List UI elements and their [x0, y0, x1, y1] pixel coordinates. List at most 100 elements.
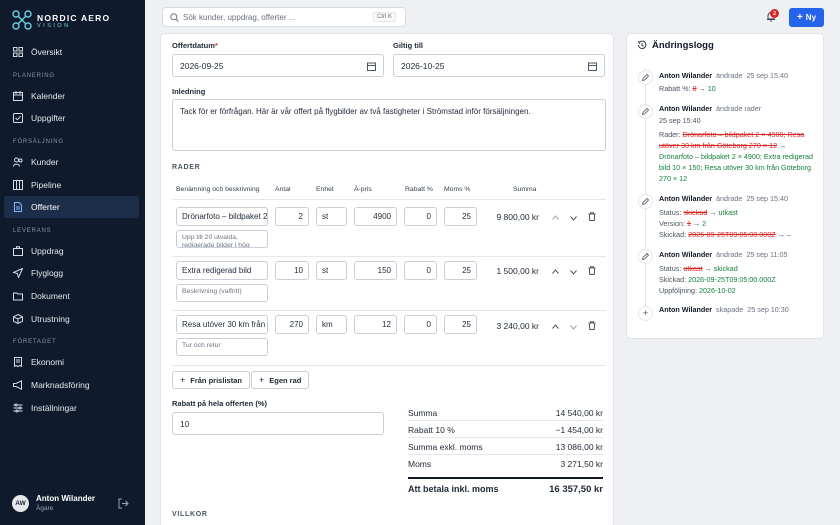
nav-label: Marknadsföring	[31, 380, 90, 390]
nav-item-missions[interactable]: Uppdrag	[4, 240, 139, 262]
nav-item-marketing[interactable]: Marknadsföring	[4, 374, 139, 396]
row-price-input[interactable]: 12	[354, 315, 397, 334]
notification-badge: 2	[770, 9, 779, 18]
row-name-input[interactable]: Drönarfoto – bildpaket 2 × 4900	[176, 207, 268, 226]
chevron-up-icon[interactable]	[552, 322, 559, 331]
offer-date-input[interactable]: 2026-09-25	[172, 54, 384, 77]
log-change: Skickad: 2026-09-25T09:05:00.000Z → –	[659, 230, 791, 239]
send-icon	[13, 268, 23, 278]
offer-form: Offertdatum* 2026-09-25 Giltig till 2026…	[160, 33, 614, 525]
col-discount: Rabatt %	[405, 186, 433, 193]
row-desc-input[interactable]: Upp till 20 utvalda, redigerade bilder i…	[176, 230, 268, 248]
total-pay-label: Att betala inkl. moms	[408, 484, 499, 494]
row-qty-input[interactable]: 2	[275, 207, 309, 226]
nav-label: Översikt	[31, 47, 63, 57]
briefcase-icon	[13, 246, 23, 256]
col-price: À-pris	[354, 186, 372, 193]
nav-item-offers[interactable]: Offerter	[4, 196, 139, 218]
nav-item-overview[interactable]: Översikt	[4, 41, 139, 63]
nav-item-tasks[interactable]: Uppgifter	[4, 107, 139, 129]
plus-icon: +	[180, 375, 186, 385]
row-price-input[interactable]: 4900	[354, 207, 397, 226]
row-unit-input[interactable]: st	[316, 261, 347, 280]
chevron-down-icon[interactable]	[570, 323, 577, 332]
log-change: Status: utkast → skickad	[659, 264, 738, 273]
calendar-icon[interactable]	[588, 62, 597, 73]
log-entry-head: Anton Wilander ändrade rader	[659, 104, 762, 113]
row-name-input[interactable]: Extra redigerad bild	[176, 261, 268, 280]
log-entry-head: Anton Wilander ändrade 25 sep 15:40	[659, 71, 789, 80]
from-pricelist-button[interactable]: + Från prislistan	[172, 371, 250, 389]
row-qty-input[interactable]: 270	[275, 315, 309, 334]
user-profile[interactable]: AW Anton Wilander Ägare	[12, 492, 137, 516]
nav-item-calendar[interactable]: Kalender	[4, 85, 139, 107]
search-icon	[170, 13, 179, 24]
pencil-icon	[638, 194, 653, 209]
nav-item-customers[interactable]: Kunder	[4, 151, 139, 173]
nav-label: Flyglogg	[31, 268, 64, 278]
valid-until-input[interactable]: 2026-10-25	[393, 54, 605, 77]
col-vat: Moms %	[444, 186, 471, 193]
trash-icon[interactable]	[588, 321, 596, 332]
total-sum-label: Summa	[408, 408, 438, 418]
total-vat-label: Moms	[408, 459, 432, 469]
nav-section-delivery: LEVERANS	[13, 228, 52, 234]
log-change: Skickad: 2026-09-25T09:05:00.000Z	[659, 275, 776, 284]
nav-item-flightlog[interactable]: Flyglogg	[4, 262, 139, 284]
nav-item-economy[interactable]: Ekonomi	[4, 351, 139, 373]
nav-item-equipment[interactable]: Utrustning	[4, 308, 139, 330]
total-vat-value: 3 271,50 kr	[560, 459, 603, 469]
intro-label: Inledning	[172, 87, 206, 96]
total-excl-label: Summa exkl. moms	[408, 442, 483, 452]
search-bar[interactable]: Sök kunder, uppdrag, offerter ... Ctrl K	[162, 7, 406, 27]
trash-icon[interactable]	[588, 266, 596, 277]
row-price-input[interactable]: 150	[354, 261, 397, 280]
total-excl-value: 13 086,00 kr	[555, 442, 603, 452]
log-change: Status: skickad → utkast	[659, 208, 738, 217]
user-role: Ägare	[36, 505, 54, 512]
row-desc-input[interactable]: Beskrivning (valfritt)	[176, 284, 268, 302]
row-name-input[interactable]: Resa utöver 30 km från Göteborg	[176, 315, 268, 334]
row-discount-input[interactable]: 0	[404, 207, 437, 226]
total-discount-value: −1 454,00 kr	[555, 425, 604, 435]
kanban-icon	[13, 180, 23, 190]
new-button[interactable]: + Ny	[789, 8, 824, 27]
col-name: Benämning och beskrivning	[176, 186, 260, 193]
total-discount-label: Rabatt 10 %	[408, 425, 455, 435]
trash-icon[interactable]	[588, 212, 596, 223]
own-row-button[interactable]: + Egen rad	[251, 371, 310, 389]
logout-icon[interactable]	[118, 498, 129, 511]
nav-label: Dokument	[31, 291, 70, 301]
brand-logo[interactable]: NORDIC AERO VISION	[12, 10, 137, 32]
nav-item-pipeline[interactable]: Pipeline	[4, 174, 139, 196]
row-discount-input[interactable]: 0	[404, 315, 437, 334]
valid-until-label: Giltig till	[393, 41, 423, 50]
discount-input[interactable]: 10	[172, 412, 384, 435]
row-sum: 3 240,00 kr	[496, 321, 539, 331]
row-unit-input[interactable]: st	[316, 207, 347, 226]
col-qty: Antal	[275, 186, 291, 193]
intro-textarea[interactable]: Tack för er förfrågan. Här är vår offert…	[172, 99, 606, 151]
nav-label: Offerter	[31, 202, 60, 212]
row-desc-input[interactable]: Tur och retur	[176, 338, 268, 356]
log-entry-head: Anton Wilander skapade 25 sep 10:30	[659, 305, 789, 314]
row-unit-input[interactable]: km	[316, 315, 347, 334]
log-change: Version: 1 → 2	[659, 219, 707, 228]
chevron-down-icon[interactable]	[570, 268, 577, 277]
nav-label: Kalender	[31, 91, 66, 101]
calendar-icon[interactable]	[367, 62, 376, 73]
brand-sub: VISION	[37, 23, 71, 29]
total-pay-value: 16 357,50 kr	[549, 484, 603, 495]
rows-title: RADER	[172, 164, 201, 171]
row-discount-input[interactable]: 0	[404, 261, 437, 280]
chevron-up-icon[interactable]	[552, 213, 559, 222]
nav-item-documents[interactable]: Dokument	[4, 285, 139, 307]
search-input[interactable]: Sök kunder, uppdrag, offerter ...	[183, 13, 295, 22]
chevron-down-icon[interactable]	[570, 214, 577, 223]
nav-item-settings[interactable]: Inställningar	[4, 397, 139, 419]
log-change: Rabatt %: 0 → 10	[659, 84, 716, 93]
change-log: Ändringslogg Anton Wilander ändrade 25 s…	[626, 33, 824, 339]
chevron-up-icon[interactable]	[552, 267, 559, 276]
row-qty-input[interactable]: 10	[275, 261, 309, 280]
sliders-icon	[13, 403, 23, 413]
